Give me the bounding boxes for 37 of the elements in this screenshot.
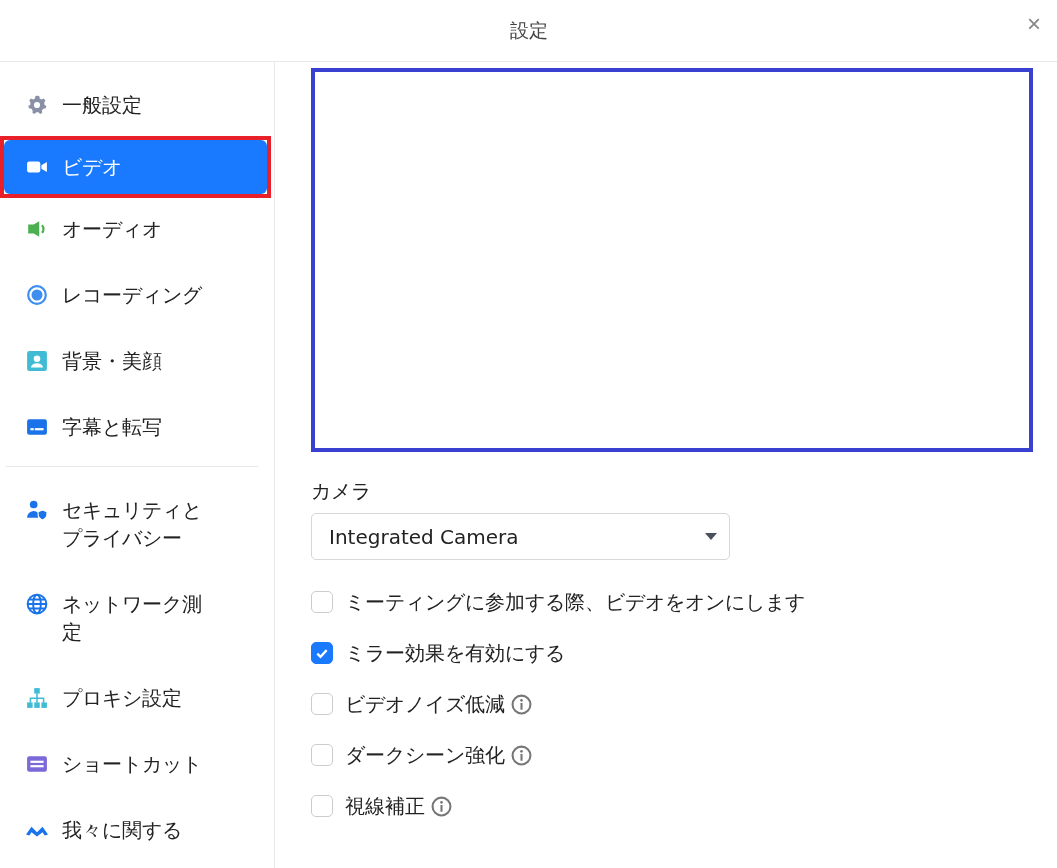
sidebar-item[interactable]: ショートカット bbox=[0, 736, 274, 792]
sidebar-item[interactable]: 我々に関する bbox=[0, 802, 274, 858]
sidebar-item[interactable]: オーディオ bbox=[0, 201, 274, 257]
option-label: 視線補正 bbox=[345, 792, 425, 820]
option-label: ビデオノイズ低減 bbox=[345, 690, 505, 718]
option-label: ダークシーン強化 bbox=[345, 741, 505, 769]
sidebar-item[interactable]: ネットワーク測定 bbox=[0, 576, 274, 660]
close-button[interactable]: × bbox=[1023, 12, 1045, 36]
caret-icon bbox=[705, 532, 717, 541]
keyboard-icon bbox=[26, 753, 48, 775]
camera-label: カメラ bbox=[311, 478, 372, 505]
person-icon bbox=[26, 350, 48, 372]
sidebar-item[interactable]: セキュリティとプライバシー bbox=[0, 482, 274, 566]
sidebar-item[interactable]: 字幕と転写 bbox=[0, 399, 274, 455]
checkbox[interactable] bbox=[311, 693, 333, 715]
sidebar-item[interactable]: レコーディング bbox=[0, 267, 274, 323]
sidebar-item[interactable]: 一般設定 bbox=[0, 77, 274, 133]
checkbox[interactable] bbox=[311, 642, 333, 664]
globe-icon bbox=[26, 593, 48, 615]
caption-icon bbox=[26, 416, 48, 438]
info-icon[interactable] bbox=[511, 744, 532, 766]
user-shield-icon bbox=[26, 499, 48, 521]
info-icon[interactable] bbox=[431, 795, 452, 817]
checkbox[interactable] bbox=[311, 744, 333, 766]
checkbox[interactable] bbox=[311, 591, 333, 613]
info-icon[interactable] bbox=[511, 693, 532, 715]
sidebar-item[interactable]: ビデオ bbox=[4, 140, 267, 194]
network-icon bbox=[26, 687, 48, 709]
checkbox[interactable] bbox=[311, 795, 333, 817]
record-icon bbox=[26, 284, 48, 306]
option-label: ミラー効果を有効にする bbox=[345, 639, 565, 667]
camera-dropdown[interactable]: Integrated Camera bbox=[311, 513, 730, 560]
sidebar-item[interactable]: 背景・美顔 bbox=[0, 333, 274, 389]
option-label: ミーティングに参加する際、ビデオをオンにします bbox=[345, 588, 805, 616]
gear-icon bbox=[26, 94, 48, 116]
window-title: 設定 bbox=[509, 17, 548, 43]
sidebar-item[interactable]: プロキシ設定 bbox=[0, 670, 274, 726]
